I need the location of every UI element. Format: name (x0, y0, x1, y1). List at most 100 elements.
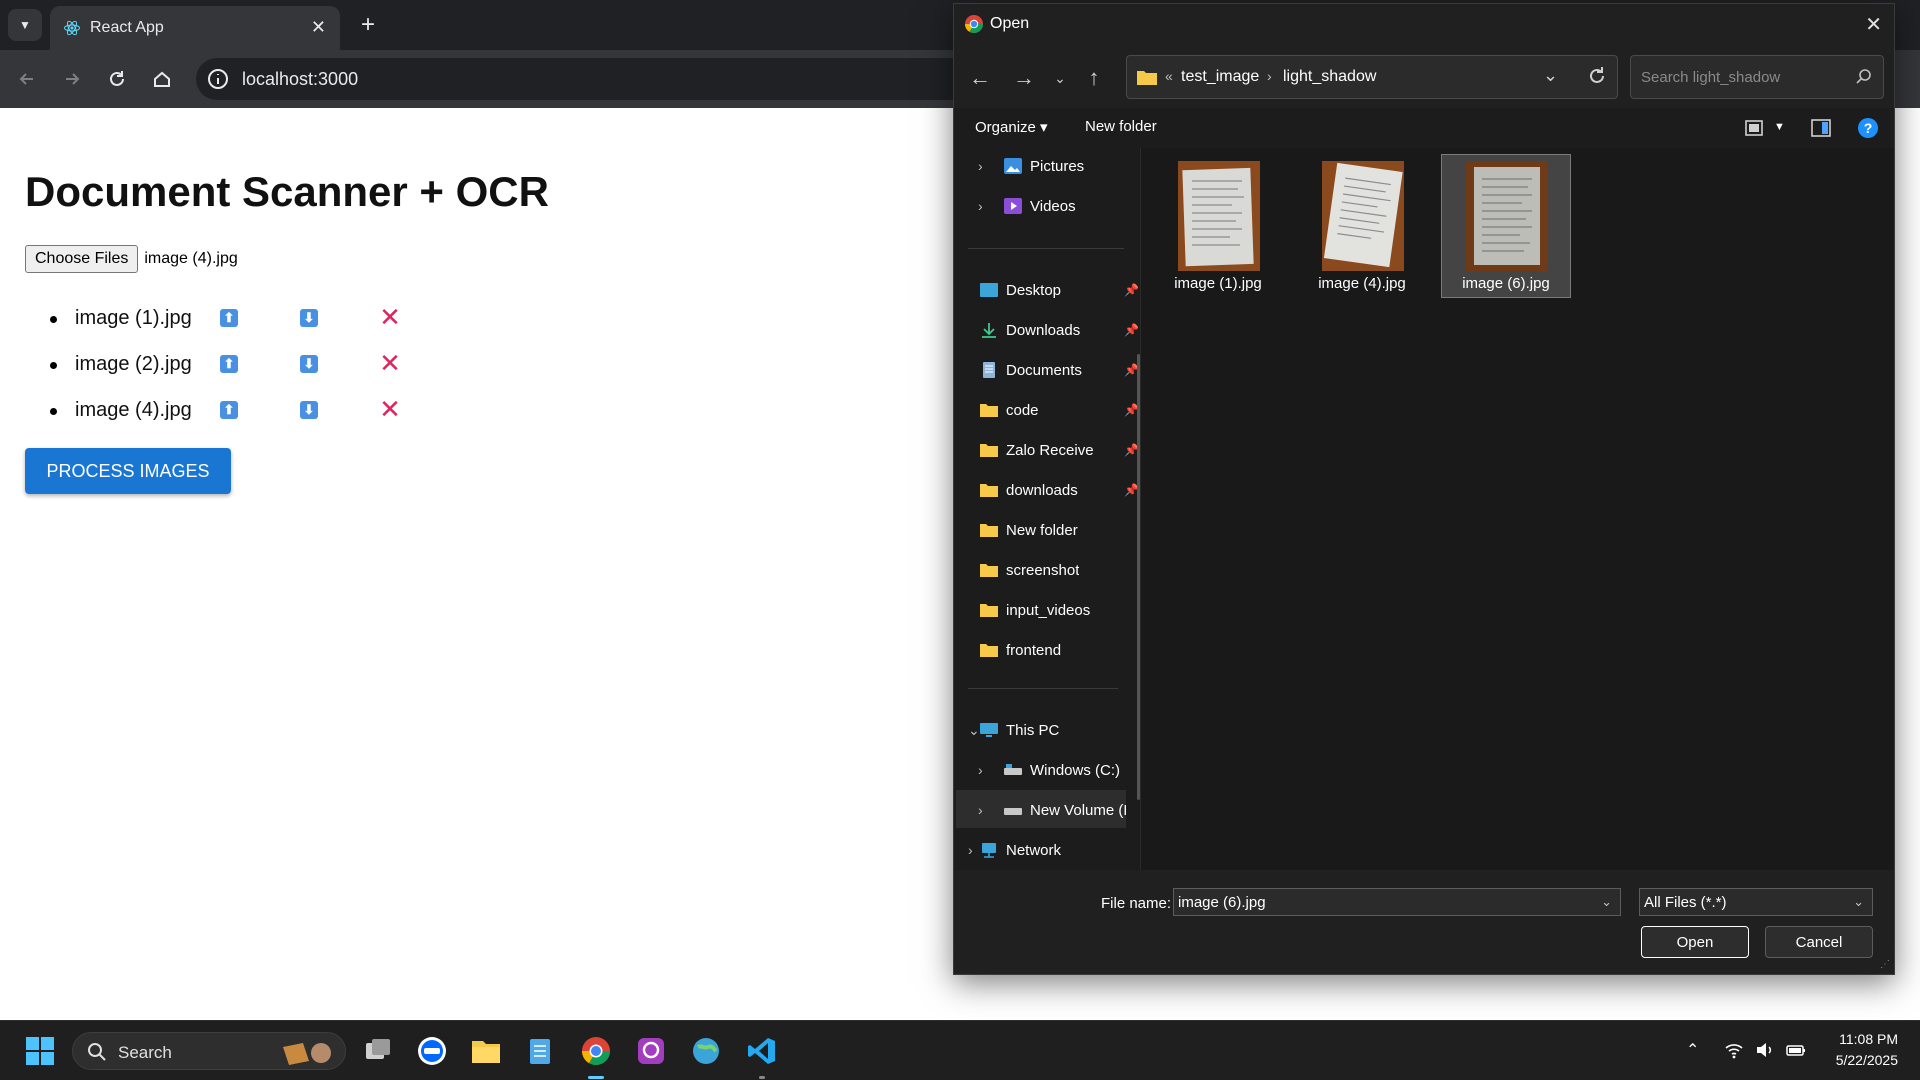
arrow-up-icon: ↑ (1088, 65, 1100, 90)
new-folder-button[interactable]: New folder (1085, 118, 1157, 135)
clock-time[interactable]: 11:08 PM (1839, 1031, 1898, 1047)
close-icon[interactable]: ✕ (1865, 12, 1882, 37)
breadcrumb-item[interactable]: test_image (1181, 68, 1259, 86)
nav-item-videos[interactable]: › Videos (968, 188, 1138, 224)
forward-button[interactable] (55, 62, 89, 96)
move-down-button[interactable]: ⬇ (300, 309, 318, 327)
home-button[interactable] (145, 62, 179, 96)
network-icon (982, 843, 996, 858)
task-view-icon[interactable] (362, 1035, 394, 1067)
preview-pane-icon[interactable] (1810, 118, 1832, 138)
refresh-icon[interactable] (1585, 64, 1609, 88)
breadcrumb-item[interactable]: light_shadow (1283, 68, 1376, 86)
nav-item-new-folder[interactable]: New folder (968, 512, 1138, 548)
file-name-label: image (6).jpg (1462, 275, 1550, 292)
chevron-right-icon[interactable]: › (978, 198, 983, 214)
nav-item-pictures[interactable]: › Pictures (968, 148, 1138, 184)
nav-item-downloads[interactable]: Downloads 📌 (968, 312, 1139, 348)
move-up-button[interactable]: ⬆ (220, 355, 238, 373)
delete-button[interactable]: ✕ (378, 304, 402, 330)
taskbar-search[interactable]: Search (72, 1032, 346, 1070)
address-bar[interactable]: localhost:3000 (196, 58, 986, 100)
chevron-right-icon[interactable]: › (978, 158, 983, 174)
chevron-right-icon[interactable]: › (968, 842, 973, 858)
nav-item-network[interactable]: › Network (968, 832, 1138, 868)
wifi-icon[interactable] (1724, 1040, 1744, 1060)
tab-close-icon[interactable]: ✕ (311, 17, 326, 38)
info-icon[interactable] (206, 67, 230, 91)
process-images-button[interactable]: PROCESS IMAGES (25, 448, 231, 494)
nav-item-windows-c[interactable]: › Windows (C:) (968, 752, 1138, 788)
cancel-button[interactable]: Cancel (1765, 926, 1873, 958)
forward-button[interactable]: → (1010, 64, 1038, 92)
chevron-up-icon[interactable]: ⌃ (1686, 1040, 1706, 1060)
file-explorer-icon[interactable] (470, 1035, 502, 1067)
nav-item-label: This PC (1006, 721, 1060, 739)
recent-locations-button[interactable]: ⌄ (1046, 64, 1074, 92)
chrome-icon[interactable] (580, 1035, 612, 1067)
browser-tab[interactable]: React App ✕ (50, 6, 340, 50)
nav-item-zalo-receive[interactable]: Zalo Receive 📌 (968, 432, 1139, 468)
nav-item-this-pc[interactable]: ⌄ This PC (968, 712, 1138, 748)
nav-item-code[interactable]: code 📌 (968, 392, 1139, 428)
breadcrumb-overflow[interactable]: « (1165, 68, 1173, 84)
choose-files-button[interactable]: Choose Files (25, 245, 139, 273)
back-button[interactable] (10, 62, 44, 96)
nav-item-new-volume[interactable]: › New Volume (D:) (968, 792, 1138, 828)
chevron-right-icon[interactable]: › (978, 762, 983, 778)
nav-item-frontend[interactable]: frontend (968, 632, 1138, 668)
chevron-right-icon[interactable]: › (1267, 68, 1272, 84)
chevron-down-icon[interactable]: ⌄ (1543, 65, 1558, 86)
delete-button[interactable]: ✕ (378, 396, 402, 422)
delete-button[interactable]: ✕ (378, 350, 402, 376)
nav-item-screenshot[interactable]: screenshot (968, 552, 1138, 588)
organize-menu[interactable]: Organize ▾ (975, 118, 1048, 136)
nav-item-desktop[interactable]: Desktop 📌 (968, 272, 1139, 308)
file-item[interactable]: image (4).jpg (1297, 154, 1427, 298)
move-up-button[interactable]: ⬆ (220, 401, 238, 419)
nav-item-documents[interactable]: Documents 📌 (968, 352, 1139, 388)
taskbar: Search ⌃ 11:08 PM 5/22/2025 (0, 1020, 1920, 1080)
nav-item-input-videos[interactable]: input_videos (968, 592, 1138, 628)
view-options-icon[interactable] (1744, 118, 1766, 138)
move-down-button[interactable]: ⬇ (300, 355, 318, 373)
clock-date[interactable]: 5/22/2025 (1836, 1052, 1898, 1068)
chevron-right-icon[interactable]: › (978, 802, 983, 818)
dialog-titlebar[interactable]: Open ✕ (954, 4, 1894, 44)
file-name-field[interactable]: image (6).jpg ⌄ (1173, 888, 1621, 916)
battery-icon[interactable] (1786, 1040, 1806, 1060)
reload-button[interactable] (100, 62, 134, 96)
nav-item-downloads-folder[interactable]: downloads 📌 (968, 472, 1139, 508)
resize-grip-icon[interactable]: ⋰ (1880, 959, 1890, 970)
image-thumbnail (1178, 161, 1260, 271)
chevron-down-icon[interactable]: ⌄ (1601, 894, 1612, 910)
search-input[interactable]: Search light_shadow (1630, 55, 1884, 99)
move-down-button[interactable]: ⬇ (300, 401, 318, 419)
new-tab-button[interactable]: + (352, 9, 384, 41)
reload-icon (110, 71, 124, 86)
move-up-button[interactable]: ⬆ (220, 309, 238, 327)
bullet-icon (50, 408, 57, 415)
up-button[interactable]: ↑ (1080, 64, 1108, 92)
active-app-indicator (588, 1076, 604, 1079)
notepad-icon[interactable] (524, 1035, 556, 1067)
open-button[interactable]: Open (1641, 926, 1749, 958)
vscode-icon[interactable] (746, 1035, 778, 1067)
dialog-navigation: ← → ⌄ ↑ « test_image › light_shadow ⌄ Se… (954, 44, 1894, 108)
back-button[interactable]: ← (966, 64, 994, 92)
plus-icon: + (360, 11, 375, 38)
chevron-down-icon[interactable]: ▼ (1774, 121, 1785, 133)
tab-search-button[interactable]: ▼ (8, 9, 42, 41)
breadcrumb[interactable]: « test_image › light_shadow ⌄ (1126, 55, 1618, 99)
volume-icon[interactable] (1754, 1040, 1774, 1060)
zalo-icon[interactable] (416, 1035, 448, 1067)
chrome-logo-icon (965, 15, 983, 34)
file-item[interactable]: image (1).jpg (1153, 154, 1283, 298)
windows-start-icon[interactable] (24, 1035, 56, 1067)
chevron-down-icon[interactable]: ⌄ (968, 722, 980, 739)
file-item-selected[interactable]: image (6).jpg (1441, 154, 1571, 298)
weather-globe-icon[interactable] (690, 1035, 722, 1067)
ai-assistant-icon[interactable] (635, 1035, 667, 1067)
file-type-select[interactable]: All Files (*.*) ⌄ (1639, 888, 1873, 916)
help-icon[interactable]: ? (1858, 118, 1878, 138)
